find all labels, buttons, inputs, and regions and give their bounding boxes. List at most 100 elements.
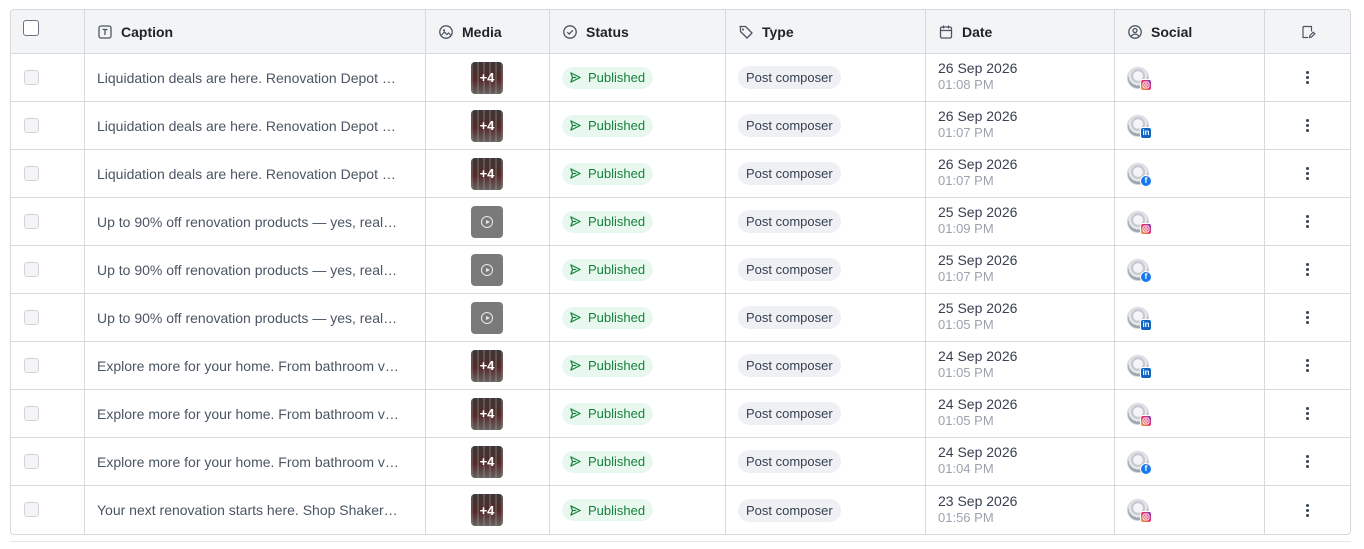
caption-cell[interactable]: Liquidation deals are here. Renovation D…	[85, 54, 426, 101]
tag-icon	[738, 24, 754, 40]
media-cell[interactable]: +4	[426, 150, 550, 197]
column-header-media[interactable]: Media	[426, 10, 550, 53]
media-cell[interactable]: +4	[426, 102, 550, 149]
status-cell: Published	[550, 294, 726, 341]
kebab-menu-icon[interactable]	[1306, 359, 1309, 372]
column-header-status[interactable]: Status	[550, 10, 726, 53]
type-cell: Post composer	[726, 198, 926, 245]
social-cell: f	[1115, 150, 1265, 197]
caption-text: Up to 90% off renovation products — yes,…	[97, 309, 398, 326]
kebab-menu-icon[interactable]	[1306, 167, 1309, 180]
row-checkbox[interactable]	[24, 261, 39, 277]
kebab-menu-icon[interactable]	[1306, 215, 1309, 228]
row-checkbox[interactable]	[24, 213, 39, 229]
media-cell[interactable]: +4	[426, 438, 550, 485]
social-account[interactable]	[1127, 64, 1153, 92]
table-row[interactable]: Explore more for your home. From bathroo…	[11, 438, 1350, 486]
row-checkbox[interactable]	[24, 117, 39, 133]
row-checkbox[interactable]	[24, 309, 39, 325]
social-account[interactable]	[1127, 400, 1153, 428]
social-account[interactable]: in	[1127, 304, 1153, 332]
kebab-menu-icon[interactable]	[1306, 503, 1309, 517]
table-row[interactable]: Explore more for your home. From bathroo…	[11, 342, 1350, 390]
type-badge: Post composer	[738, 162, 841, 185]
instagram-icon	[1140, 511, 1152, 523]
media-thumbnail[interactable]: +4	[471, 61, 503, 94]
caption-cell[interactable]: Explore more for your home. From bathroo…	[85, 390, 426, 437]
caption-cell[interactable]: Your next renovation starts here. Shop S…	[85, 486, 426, 534]
status-label: Published	[588, 70, 646, 85]
date-block: 25 Sep 2026 01:07 PM	[938, 252, 1017, 285]
column-header-caption[interactable]: Caption	[85, 10, 426, 53]
caption-cell[interactable]: Explore more for your home. From bathroo…	[85, 342, 426, 389]
video-thumbnail[interactable]	[471, 253, 503, 286]
table-row[interactable]: Liquidation deals are here. Renovation D…	[11, 150, 1350, 198]
edit-columns-icon[interactable]	[1300, 24, 1316, 40]
kebab-menu-icon[interactable]	[1306, 407, 1309, 420]
status-label: Published	[588, 214, 646, 229]
caption-cell[interactable]: Up to 90% off renovation products — yes,…	[85, 198, 426, 245]
media-thumbnail[interactable]: +4	[471, 445, 503, 478]
media-thumbnail[interactable]: +4	[471, 109, 503, 142]
time-text: 01:07 PM	[938, 173, 994, 188]
social-account[interactable]: f	[1127, 256, 1153, 284]
social-account[interactable]	[1127, 208, 1153, 236]
kebab-menu-icon[interactable]	[1306, 455, 1309, 468]
status-label: Published	[588, 118, 646, 133]
type-cell: Post composer	[726, 486, 926, 534]
media-count: +4	[479, 166, 495, 181]
type-cell: Post composer	[726, 342, 926, 389]
kebab-menu-icon[interactable]	[1306, 119, 1309, 132]
media-cell[interactable]	[426, 246, 550, 293]
social-cell: in	[1115, 342, 1265, 389]
select-all-checkbox[interactable]	[23, 19, 39, 36]
type-cell: Post composer	[726, 438, 926, 485]
caption-cell[interactable]: Explore more for your home. From bathroo…	[85, 438, 426, 485]
media-cell[interactable]	[426, 294, 550, 341]
media-thumbnail[interactable]: +4	[471, 494, 503, 526]
table-row[interactable]: Up to 90% off renovation products — yes,…	[11, 246, 1350, 294]
media-thumbnail[interactable]: +4	[471, 157, 503, 190]
media-thumbnail[interactable]: +4	[471, 397, 503, 430]
media-thumbnail[interactable]: +4	[471, 349, 503, 382]
social-account[interactable]: f	[1127, 448, 1153, 476]
media-cell[interactable]: +4	[426, 342, 550, 389]
social-account[interactable]: f	[1127, 160, 1153, 188]
row-checkbox[interactable]	[24, 405, 39, 421]
kebab-menu-icon[interactable]	[1306, 263, 1309, 276]
row-checkbox[interactable]	[24, 453, 39, 469]
caption-cell[interactable]: Liquidation deals are here. Renovation D…	[85, 150, 426, 197]
social-account[interactable]: in	[1127, 112, 1153, 140]
header-checkbox-cell	[11, 10, 85, 53]
table-row[interactable]: Up to 90% off renovation products — yes,…	[11, 198, 1350, 246]
row-checkbox[interactable]	[24, 502, 39, 517]
row-checkbox[interactable]	[24, 165, 39, 181]
row-checkbox[interactable]	[24, 69, 39, 85]
video-thumbnail[interactable]	[471, 301, 503, 334]
media-cell[interactable]: +4	[426, 390, 550, 437]
social-account[interactable]	[1127, 496, 1153, 524]
social-cell: in	[1115, 102, 1265, 149]
kebab-menu-icon[interactable]	[1306, 71, 1309, 84]
date-text: 24 Sep 2026	[938, 348, 1018, 364]
media-cell[interactable]	[426, 198, 550, 245]
media-cell[interactable]: +4	[426, 54, 550, 101]
video-thumbnail[interactable]	[471, 205, 503, 238]
media-cell[interactable]: +4	[426, 486, 550, 534]
caption-cell[interactable]: Up to 90% off renovation products — yes,…	[85, 246, 426, 293]
table-row[interactable]: Explore more for your home. From bathroo…	[11, 390, 1350, 438]
column-header-social[interactable]: Social	[1115, 10, 1265, 53]
column-header-date[interactable]: Date	[926, 10, 1115, 53]
date-text: 25 Sep 2026	[938, 252, 1018, 268]
caption-cell[interactable]: Up to 90% off renovation products — yes,…	[85, 294, 426, 341]
kebab-menu-icon[interactable]	[1306, 311, 1309, 324]
caption-cell[interactable]: Liquidation deals are here. Renovation D…	[85, 102, 426, 149]
status-cell: Published	[550, 486, 726, 534]
column-header-type[interactable]: Type	[726, 10, 926, 53]
table-row[interactable]: Liquidation deals are here. Renovation D…	[11, 102, 1350, 150]
table-row[interactable]: Liquidation deals are here. Renovation D…	[11, 54, 1350, 102]
row-checkbox[interactable]	[24, 357, 39, 373]
table-row[interactable]: Up to 90% off renovation products — yes,…	[11, 294, 1350, 342]
table-row[interactable]: Your next renovation starts here. Shop S…	[11, 486, 1350, 534]
social-account[interactable]: in	[1127, 352, 1153, 380]
